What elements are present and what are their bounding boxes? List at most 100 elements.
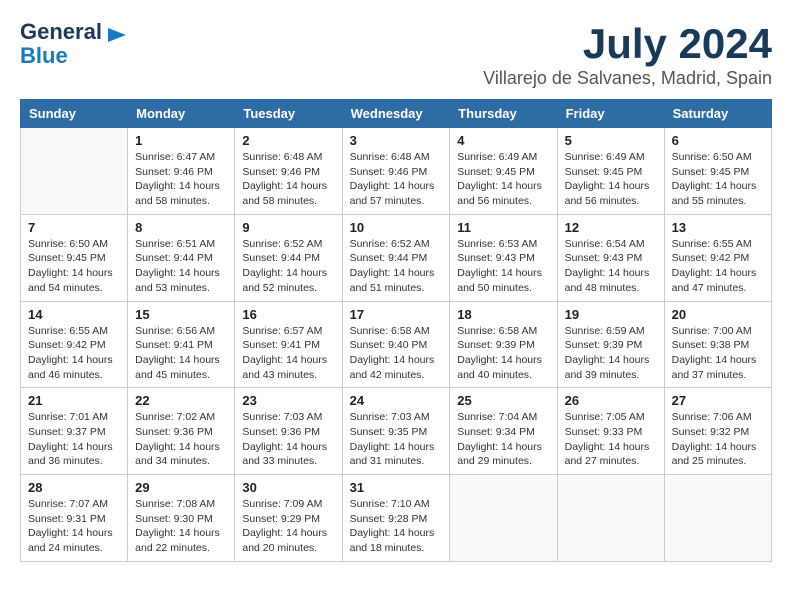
sunset-text: Sunset: 9:37 PM	[28, 425, 120, 440]
month-title: July 2024	[483, 20, 772, 68]
daylight-text: Daylight: 14 hours and 25 minutes.	[672, 440, 764, 469]
sunset-text: Sunset: 9:45 PM	[28, 251, 120, 266]
sunset-text: Sunset: 9:28 PM	[350, 512, 443, 527]
week-row-3: 14Sunrise: 6:55 AMSunset: 9:42 PMDayligh…	[21, 301, 772, 388]
daylight-text: Daylight: 14 hours and 24 minutes.	[28, 526, 120, 555]
daylight-text: Daylight: 14 hours and 51 minutes.	[350, 266, 443, 295]
sunset-text: Sunset: 9:41 PM	[135, 338, 227, 353]
sunset-text: Sunset: 9:42 PM	[28, 338, 120, 353]
sunrise-text: Sunrise: 6:49 AM	[565, 150, 657, 165]
calendar-cell: 27Sunrise: 7:06 AMSunset: 9:32 PMDayligh…	[664, 388, 771, 475]
calendar-cell: 5Sunrise: 6:49 AMSunset: 9:45 PMDaylight…	[557, 128, 664, 215]
daylight-text: Daylight: 14 hours and 53 minutes.	[135, 266, 227, 295]
logo-arrow-icon	[106, 24, 128, 46]
weekday-header-thursday: Thursday	[450, 100, 557, 128]
weekday-header-friday: Friday	[557, 100, 664, 128]
calendar-cell	[557, 475, 664, 562]
day-info: Sunrise: 6:55 AMSunset: 9:42 PMDaylight:…	[672, 237, 764, 296]
sunset-text: Sunset: 9:39 PM	[457, 338, 549, 353]
daylight-text: Daylight: 14 hours and 39 minutes.	[565, 353, 657, 382]
sunset-text: Sunset: 9:39 PM	[565, 338, 657, 353]
sunset-text: Sunset: 9:29 PM	[242, 512, 334, 527]
sunrise-text: Sunrise: 6:54 AM	[565, 237, 657, 252]
week-row-5: 28Sunrise: 7:07 AMSunset: 9:31 PMDayligh…	[21, 475, 772, 562]
day-number: 4	[457, 133, 549, 148]
sunset-text: Sunset: 9:35 PM	[350, 425, 443, 440]
sunrise-text: Sunrise: 6:58 AM	[350, 324, 443, 339]
day-number: 25	[457, 393, 549, 408]
day-info: Sunrise: 7:03 AMSunset: 9:35 PMDaylight:…	[350, 410, 443, 469]
calendar-cell: 12Sunrise: 6:54 AMSunset: 9:43 PMDayligh…	[557, 214, 664, 301]
sunrise-text: Sunrise: 6:59 AM	[565, 324, 657, 339]
day-info: Sunrise: 6:57 AMSunset: 9:41 PMDaylight:…	[242, 324, 334, 383]
daylight-text: Daylight: 14 hours and 20 minutes.	[242, 526, 334, 555]
sunrise-text: Sunrise: 6:49 AM	[457, 150, 549, 165]
header: GeneralBlue July 2024 Villarejo de Salva…	[20, 20, 772, 89]
day-number: 6	[672, 133, 764, 148]
day-info: Sunrise: 6:50 AMSunset: 9:45 PMDaylight:…	[672, 150, 764, 209]
sunset-text: Sunset: 9:46 PM	[242, 165, 334, 180]
logo: GeneralBlue	[20, 20, 128, 68]
sunrise-text: Sunrise: 7:08 AM	[135, 497, 227, 512]
sunrise-text: Sunrise: 6:48 AM	[350, 150, 443, 165]
calendar-cell: 30Sunrise: 7:09 AMSunset: 9:29 PMDayligh…	[235, 475, 342, 562]
day-number: 5	[565, 133, 657, 148]
sunrise-text: Sunrise: 6:58 AM	[457, 324, 549, 339]
title-area: July 2024 Villarejo de Salvanes, Madrid,…	[483, 20, 772, 89]
calendar-table: SundayMondayTuesdayWednesdayThursdayFrid…	[20, 99, 772, 562]
daylight-text: Daylight: 14 hours and 57 minutes.	[350, 179, 443, 208]
daylight-text: Daylight: 14 hours and 36 minutes.	[28, 440, 120, 469]
daylight-text: Daylight: 14 hours and 37 minutes.	[672, 353, 764, 382]
sunset-text: Sunset: 9:44 PM	[350, 251, 443, 266]
weekday-header-tuesday: Tuesday	[235, 100, 342, 128]
week-row-4: 21 Sunrise: 7:01 AMSunset: 9:37 PMDayligh…	[21, 388, 772, 475]
calendar-cell: 14Sunrise: 6:55 AMSunset: 9:42 PMDayligh…	[21, 301, 128, 388]
day-number: 15	[135, 307, 227, 322]
sunrise-text: Sunrise: 6:52 AM	[242, 237, 334, 252]
daylight-text: Daylight: 14 hours and 18 minutes.	[350, 526, 443, 555]
sunset-text: Sunset: 9:36 PM	[135, 425, 227, 440]
sunrise-text: Sunrise: 6:52 AM	[350, 237, 443, 252]
day-number: 22	[135, 393, 227, 408]
day-info: Sunrise: 6:52 AMSunset: 9:44 PMDaylight:…	[242, 237, 334, 296]
sunrise-text: Sunrise: 6:55 AM	[672, 237, 764, 252]
daylight-text: Daylight: 14 hours and 58 minutes.	[242, 179, 334, 208]
daylight-text: Daylight: 14 hours and 52 minutes.	[242, 266, 334, 295]
sunset-text: Sunset: 9:46 PM	[350, 165, 443, 180]
calendar-cell: 26 Sunrise: 7:05 AMSunset: 9:33 PMDayligh…	[557, 388, 664, 475]
day-number: 13	[672, 220, 764, 235]
daylight-text: Daylight: 14 hours and 56 minutes.	[565, 179, 657, 208]
daylight-text: Daylight: 14 hours and 43 minutes.	[242, 353, 334, 382]
day-info: Sunrise: 7:07 AMSunset: 9:31 PMDaylight:…	[28, 497, 120, 556]
day-info: Sunrise: 6:48 AMSunset: 9:46 PMDaylight:…	[242, 150, 334, 209]
sunrise-text: Sunrise: 7:10 AM	[350, 497, 443, 512]
day-number: 26	[565, 393, 657, 408]
calendar-cell: 19Sunrise: 6:59 AMSunset: 9:39 PMDayligh…	[557, 301, 664, 388]
calendar-cell: 11Sunrise: 6:53 AMSunset: 9:43 PMDayligh…	[450, 214, 557, 301]
day-info: Sunrise: 7:01 AMSunset: 9:37 PMDaylight:…	[28, 410, 120, 469]
sunset-text: Sunset: 9:34 PM	[457, 425, 549, 440]
daylight-text: Daylight: 14 hours and 46 minutes.	[28, 353, 120, 382]
daylight-text: Daylight: 14 hours and 55 minutes.	[672, 179, 764, 208]
sunset-text: Sunset: 9:44 PM	[242, 251, 334, 266]
calendar-cell: 24Sunrise: 7:03 AMSunset: 9:35 PMDayligh…	[342, 388, 450, 475]
sunrise-text: Sunrise: 6:51 AM	[135, 237, 227, 252]
day-number: 21	[28, 393, 120, 408]
calendar-cell: 23Sunrise: 7:03 AMSunset: 9:36 PMDayligh…	[235, 388, 342, 475]
day-info: Sunrise: 6:58 AMSunset: 9:40 PMDaylight:…	[350, 324, 443, 383]
sunrise-text: Sunrise: 7:07 AM	[28, 497, 120, 512]
sunrise-text: Sunrise: 7:03 AM	[242, 410, 334, 425]
sunrise-text: Sunrise: 6:56 AM	[135, 324, 227, 339]
daylight-text: Daylight: 14 hours and 31 minutes.	[350, 440, 443, 469]
calendar-cell: 7Sunrise: 6:50 AMSunset: 9:45 PMDaylight…	[21, 214, 128, 301]
weekday-header-row: SundayMondayTuesdayWednesdayThursdayFrid…	[21, 100, 772, 128]
sunset-text: Sunset: 9:33 PM	[565, 425, 657, 440]
daylight-text: Daylight: 14 hours and 42 minutes.	[350, 353, 443, 382]
day-info: Sunrise: 7:05 AMSunset: 9:33 PMDaylight:…	[565, 410, 657, 469]
sunset-text: Sunset: 9:45 PM	[672, 165, 764, 180]
sunrise-text: Sunrise: 6:48 AM	[242, 150, 334, 165]
day-number: 3	[350, 133, 443, 148]
sunrise-text: Sunrise: 7:05 AM	[565, 410, 657, 425]
sunset-text: Sunset: 9:30 PM	[135, 512, 227, 527]
day-info: Sunrise: 6:53 AMSunset: 9:43 PMDaylight:…	[457, 237, 549, 296]
